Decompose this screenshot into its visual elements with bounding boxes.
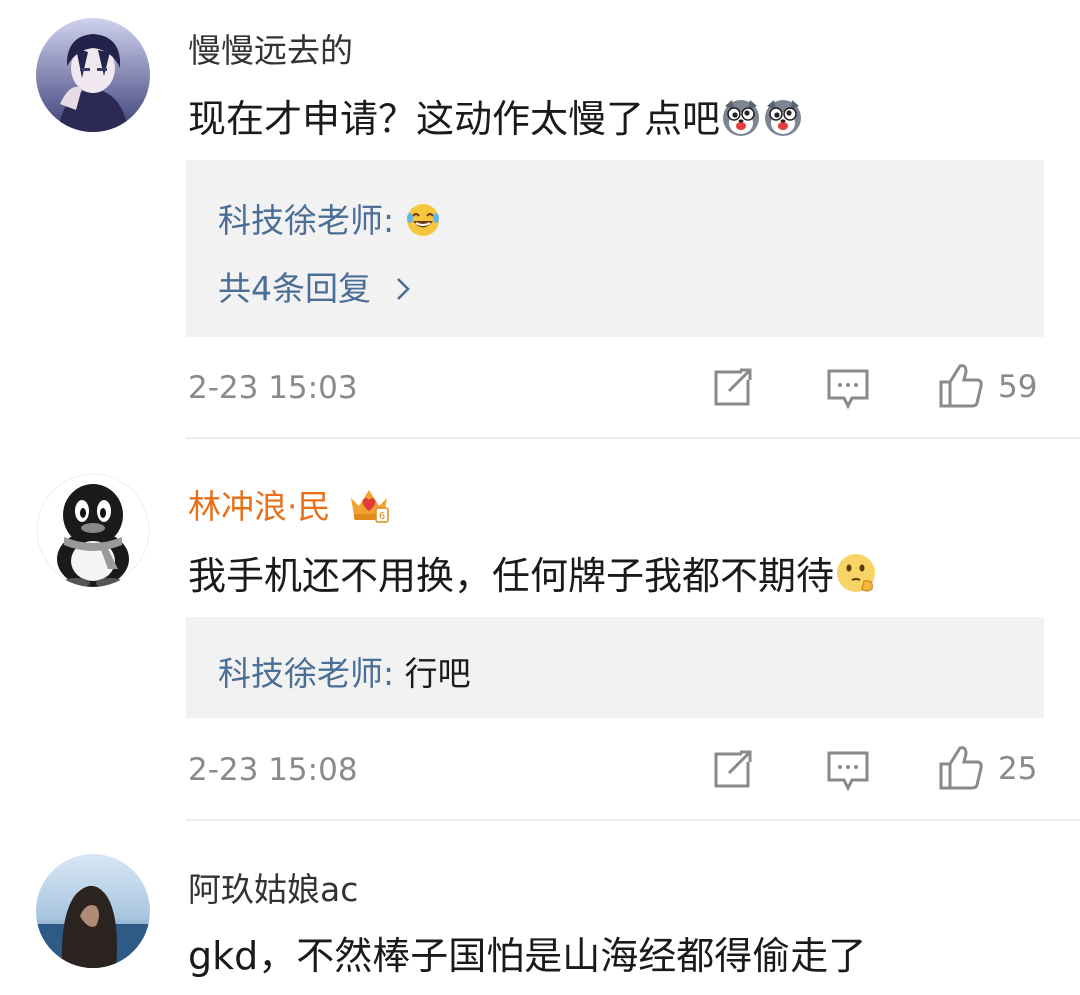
reply-button[interactable] <box>826 368 870 414</box>
laughing-tears-emoji <box>405 202 441 246</box>
reply-author[interactable]: 科技徐老师: <box>218 201 394 240</box>
comment-icon <box>826 368 870 414</box>
reply-preview[interactable]: 科技徐老师: 共4条回复 <box>186 160 1044 337</box>
thinking-face-emoji <box>834 551 878 604</box>
comment-text-content: 现在才申请？这动作太慢了点吧 <box>188 97 721 141</box>
share-icon <box>712 750 754 794</box>
comment-icon <box>826 750 870 796</box>
reply-button[interactable] <box>826 750 870 796</box>
comment-text: 现在才申请？这动作太慢了点吧 <box>188 88 804 147</box>
dog-face-emoji <box>762 96 804 147</box>
svg-text:6: 6 <box>379 511 385 522</box>
like-count: 59 <box>998 369 1038 405</box>
avatar[interactable] <box>36 473 150 587</box>
share-button[interactable] <box>712 368 754 412</box>
username[interactable]: 慢慢远去的 <box>188 24 353 72</box>
reply-line: 科技徐老师: <box>218 194 441 246</box>
reply-preview[interactable]: 科技徐老师: 行吧 <box>186 617 1044 718</box>
view-replies-label: 共4条回复 <box>218 269 371 308</box>
share-button[interactable] <box>712 750 754 794</box>
username[interactable]: 林冲浪·民 6 <box>188 480 391 532</box>
avatar[interactable] <box>36 18 150 132</box>
username-label: 林冲浪·民 <box>188 487 331 526</box>
reply-line: 科技徐老师: 行吧 <box>218 647 471 695</box>
divider <box>186 437 1080 439</box>
comment-time: 2-23 15:03 <box>188 370 358 406</box>
share-icon <box>712 368 754 412</box>
comment-text-content: 我手机还不用换，任何牌子我都不期待 <box>188 554 835 598</box>
comment-2: 林冲浪·民 6 我手机还不用换，任何牌子我都不期待 科技徐老师: 行吧 2-23… <box>0 440 1080 820</box>
chevron-right-icon <box>394 271 412 310</box>
username[interactable]: 阿玖姑娘ac <box>188 863 358 911</box>
thumbs-up-icon <box>938 744 984 794</box>
crown-badge-icon: 6 <box>347 484 391 532</box>
comment-1: 慢慢远去的 现在才申请？这动作太慢了点吧 科技徐老师: 共4条回复 2-23 1… <box>0 0 1080 440</box>
avatar[interactable] <box>36 854 150 968</box>
like-button[interactable]: 25 <box>938 744 1037 794</box>
reply-text: 行吧 <box>404 654 471 693</box>
reply-author[interactable]: 科技徐老师: <box>218 654 394 693</box>
like-count: 25 <box>998 751 1038 787</box>
comment-3: 阿玖姑娘ac gkd，不然棒子国怕是山海经都得偷走了 <box>0 821 1080 995</box>
thumbs-up-icon <box>938 362 984 412</box>
dog-face-emoji <box>720 96 762 147</box>
like-button[interactable]: 59 <box>938 362 1037 412</box>
view-replies-link[interactable]: 共4条回复 <box>218 262 412 310</box>
comment-time: 2-23 15:08 <box>188 752 358 788</box>
comment-text: gkd，不然棒子国怕是山海经都得偷走了 <box>188 934 867 978</box>
comment-text: 我手机还不用换，任何牌子我都不期待 <box>188 545 878 604</box>
